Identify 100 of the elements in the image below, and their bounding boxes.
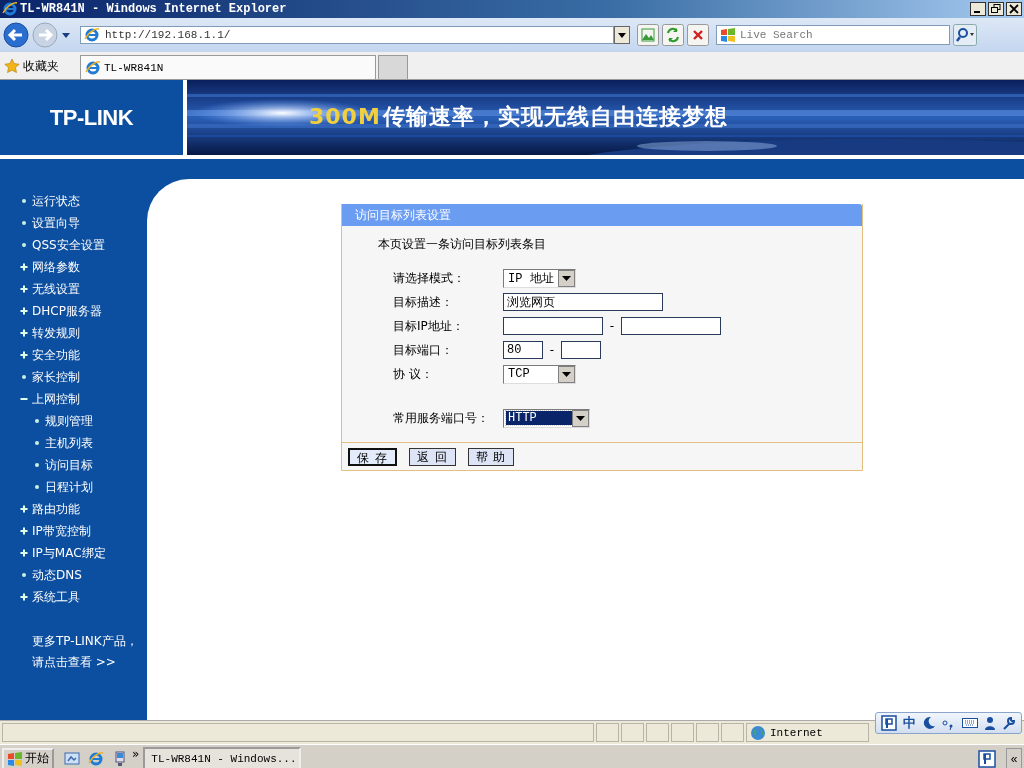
field-label: 请选择模式： xyxy=(392,269,466,287)
field-label: 协 议： xyxy=(392,365,434,383)
range-separator: - xyxy=(608,319,616,333)
range-separator: - xyxy=(548,343,556,357)
status-segment xyxy=(596,723,619,742)
sidebar-item[interactable]: 无线设置 xyxy=(0,278,80,300)
intro-text: 本页设置一条访问目标列表条目 xyxy=(378,236,547,253)
sidebar-item[interactable]: 规则管理 xyxy=(0,410,93,432)
back-button[interactable] xyxy=(3,22,29,48)
bullet-icon xyxy=(20,197,28,205)
logo: TP-LINK xyxy=(49,104,134,131)
expand-icon xyxy=(20,593,28,601)
status-segment xyxy=(696,723,719,742)
compatibility-icon[interactable] xyxy=(637,24,659,46)
browser-icon xyxy=(84,27,100,43)
form-button[interactable]: 返 回 xyxy=(408,448,456,466)
status-segment xyxy=(646,723,669,742)
taskbar-button[interactable]: TL-WR841N - Windows... xyxy=(143,747,302,768)
minimize-icon[interactable] xyxy=(970,2,986,16)
ime-logo-icon[interactable] xyxy=(881,715,897,731)
dropdown[interactable]: IP 地址 xyxy=(503,268,576,288)
sidebar-item[interactable]: 家长控制 xyxy=(0,366,80,388)
sidebar-item[interactable]: 安全功能 xyxy=(0,344,80,366)
expand-icon xyxy=(20,263,28,271)
sidebar-item[interactable]: 设置向导 xyxy=(0,212,80,234)
sidebar-item[interactable]: 日程计划 xyxy=(0,476,93,498)
input-field[interactable] xyxy=(621,317,721,335)
start-button[interactable]: 开始 xyxy=(2,747,54,768)
expand-icon xyxy=(20,549,28,557)
search-field[interactable]: Live Search xyxy=(716,25,950,45)
user-icon[interactable] xyxy=(984,716,996,730)
browser-icon[interactable] xyxy=(88,750,104,767)
caret-icon xyxy=(558,269,575,287)
field-label: 目标端口： xyxy=(392,341,454,359)
sidebar-item[interactable]: 网络参数 xyxy=(0,256,80,278)
sidebar-item[interactable]: 访问目标 xyxy=(0,454,93,476)
moon-icon[interactable] xyxy=(922,716,936,730)
close-icon[interactable] xyxy=(1006,2,1022,16)
favorites-label[interactable]: 收藏夹 xyxy=(23,57,59,75)
sidebar-item[interactable]: 主机列表 xyxy=(0,432,93,454)
keyboard-icon[interactable] xyxy=(962,717,978,729)
bullet-icon xyxy=(33,461,41,469)
sidebar-item[interactable]: IP与MAC绑定 xyxy=(0,542,106,564)
dropdown[interactable]: HTTP xyxy=(503,408,590,428)
caret-icon[interactable] xyxy=(61,31,71,39)
computer-icon[interactable] xyxy=(112,750,128,767)
bullet-icon xyxy=(20,241,28,249)
star-icon[interactable] xyxy=(4,58,20,74)
bullet-icon xyxy=(33,483,41,491)
sidebar-item[interactable]: 运行状态 xyxy=(0,190,80,212)
search-button[interactable] xyxy=(953,24,977,46)
sidebar-item[interactable]: 上网控制 xyxy=(0,388,80,410)
expand-icon xyxy=(20,505,28,513)
expand-icon xyxy=(20,351,28,359)
status-segment xyxy=(721,723,744,742)
browser-tab[interactable]: TL-WR841N xyxy=(80,55,376,79)
overflow-chevron[interactable]: » xyxy=(132,747,140,761)
sidebar-item[interactable]: QSS安全设置 xyxy=(0,234,105,256)
stop-icon[interactable] xyxy=(687,24,709,46)
tray-collapse-button[interactable]: « xyxy=(1006,747,1022,768)
more-products-link[interactable]: 请点击查看 >> xyxy=(32,654,116,671)
input-field[interactable]: 浏览网页 xyxy=(503,293,663,311)
dropdown-button[interactable] xyxy=(614,26,630,44)
sidebar-item[interactable]: 路由功能 xyxy=(0,498,80,520)
input-field[interactable] xyxy=(561,341,601,359)
sidebar-item[interactable]: DHCP服务器 xyxy=(0,300,102,322)
collapse-icon xyxy=(20,395,28,403)
dropdown[interactable]: TCP xyxy=(503,364,576,384)
sidebar-item[interactable]: 动态DNS xyxy=(0,564,82,586)
expand-icon xyxy=(20,285,28,293)
sidebar-item[interactable]: 系统工具 xyxy=(0,586,80,608)
expand-icon xyxy=(20,307,28,315)
panel-title: 访问目标列表设置 xyxy=(342,204,862,226)
input-mode-toggle[interactable]: 中 xyxy=(903,714,916,732)
restore-icon[interactable] xyxy=(988,2,1004,16)
form-button[interactable]: 保 存 xyxy=(348,448,397,466)
wrench-icon[interactable] xyxy=(1002,716,1016,730)
sidebar-item[interactable]: IP带宽控制 xyxy=(0,520,91,542)
browser-icon xyxy=(2,1,18,17)
more-products-link[interactable]: 更多TP-LINK产品， xyxy=(32,633,138,650)
browser-icon xyxy=(85,59,101,76)
input-field[interactable]: 80 xyxy=(503,341,543,359)
refresh-icon[interactable] xyxy=(662,24,684,46)
bullet-icon xyxy=(20,571,28,579)
caret-icon xyxy=(558,365,575,383)
field-label: 目标IP地址： xyxy=(392,317,465,335)
form-button[interactable]: 帮 助 xyxy=(467,448,515,466)
caret-icon xyxy=(572,409,589,427)
input-field[interactable] xyxy=(503,317,603,335)
bullet-icon xyxy=(20,219,28,227)
address-field[interactable]: http://192.168.1.1/ xyxy=(80,26,614,44)
sidebar-item[interactable]: 转发规则 xyxy=(0,322,80,344)
field-label: 目标描述： xyxy=(392,293,454,311)
expand-icon xyxy=(20,527,28,535)
expand-icon xyxy=(20,329,28,337)
window-title: TL-WR841N - Windows Internet Explorer xyxy=(20,2,288,16)
desktop-icon[interactable] xyxy=(64,750,80,767)
slogan: 300M传输速率，实现无线自由连接梦想 xyxy=(309,103,728,131)
ime-logo-icon[interactable] xyxy=(978,749,996,768)
security-zone-label: Internet xyxy=(770,726,823,739)
